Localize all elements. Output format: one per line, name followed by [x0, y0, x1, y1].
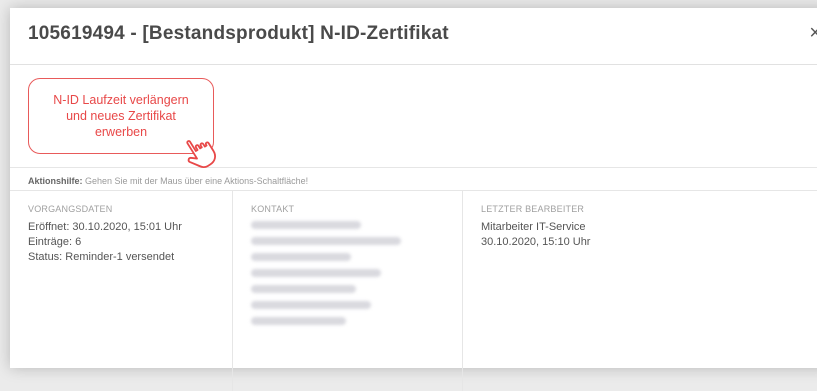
bearbeiter-name: Mitarbeiter IT-Service [481, 221, 586, 233]
vorgang-status: Status: Reminder-1 versendet [28, 251, 175, 263]
vorgangsdaten-heading: VORGANGSDATEN [28, 204, 113, 214]
vorgangsdaten-column: VORGANGSDATEN Eröffnet: 30.10.2020, 15:0… [10, 191, 233, 391]
dialog: 105619494 - [Bestandsprodukt] N-ID-Zerti… [10, 8, 817, 391]
bearbeiter-date: 30.10.2020, 15:10 Uhr [481, 236, 591, 248]
close-icon[interactable]: × [809, 22, 817, 45]
dialog-title: 105619494 - [Bestandsprodukt] N-ID-Zerti… [28, 23, 449, 44]
pointer-cursor-icon [186, 140, 216, 169]
redacted-line [251, 253, 351, 261]
kontakt-column: KONTAKT [233, 191, 463, 391]
bearbeiter-heading: LETZTER BEARBEITER [481, 204, 585, 214]
redacted-line [251, 237, 401, 245]
bearbeiter-column: LETZTER BEARBEITER Mitarbeiter IT-Servic… [463, 191, 817, 391]
action-area: N-ID Laufzeit verlängern und neues Zerti… [10, 65, 817, 169]
vorgang-opened: Eröffnet: 30.10.2020, 15:01 Uhr [28, 221, 182, 233]
redacted-line [251, 301, 371, 309]
vorgang-entries: Einträge: 6 [28, 236, 82, 248]
redacted-line [251, 221, 361, 229]
action-hint-label: Aktionshilfe: [28, 176, 83, 186]
kontakt-heading: KONTAKT [251, 204, 295, 214]
action-hint: Aktionshilfe: Gehen Sie mit der Maus übe… [28, 176, 308, 186]
redacted-line [251, 317, 346, 325]
extend-nid-button-label: N-ID Laufzeit verlängern und neues Zerti… [53, 93, 189, 139]
redacted-line [251, 269, 381, 277]
action-hint-text: Gehen Sie mit der Maus über eine Aktions… [85, 176, 309, 186]
dialog-header: 105619494 - [Bestandsprodukt] N-ID-Zerti… [10, 8, 817, 65]
redacted-line [251, 285, 356, 293]
